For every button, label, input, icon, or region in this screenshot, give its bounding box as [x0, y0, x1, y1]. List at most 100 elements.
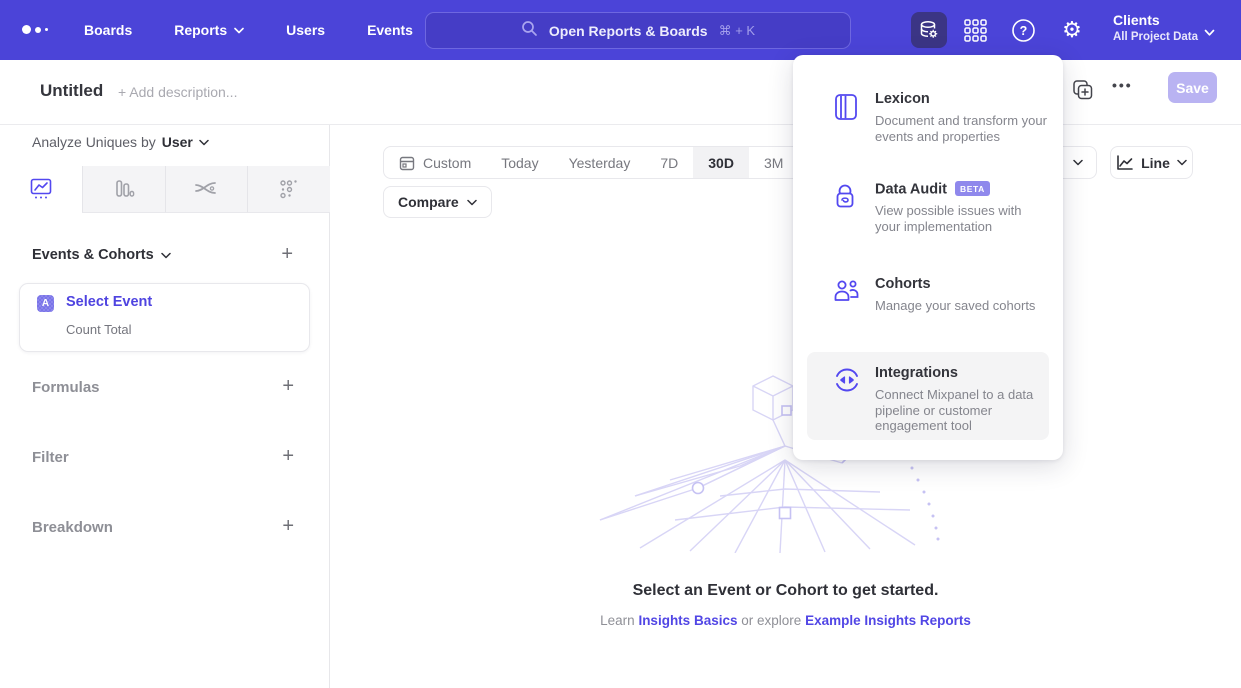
search-icon: [521, 20, 538, 42]
select-event-button[interactable]: Select Event: [66, 294, 152, 310]
date-range-30d[interactable]: 30D: [693, 147, 749, 178]
svg-text:?: ?: [1020, 24, 1028, 38]
events-cohorts-header[interactable]: Events & Cohorts: [32, 247, 171, 263]
date-range-label: 7D: [660, 155, 678, 171]
help-icon: ?: [1011, 18, 1036, 43]
grid-icon: [964, 19, 987, 42]
line-chart-tab-icon: [30, 178, 52, 200]
breakdown-label: Breakdown: [32, 519, 113, 536]
chart-style-dropdown[interactable]: Line: [1110, 146, 1193, 179]
nav-item-users[interactable]: Users: [286, 22, 325, 38]
save-button[interactable]: Save: [1168, 72, 1217, 103]
chevron-down-icon: [234, 27, 244, 34]
menu-item-description: Manage your saved cohorts: [875, 298, 1047, 314]
more-options-button[interactable]: •••: [1112, 77, 1133, 93]
chevron-down-icon[interactable]: [1204, 24, 1215, 42]
menu-item-lexicon[interactable]: Lexicon Document and transform your even…: [793, 91, 1063, 171]
duplicate-button[interactable]: [1072, 79, 1094, 106]
date-range-label: 3M: [764, 155, 783, 171]
formulas-section: Formulas +: [0, 377, 330, 401]
data-management-menu: Lexicon Document and transform your even…: [793, 55, 1063, 460]
tab-flow-chart[interactable]: [165, 166, 248, 213]
example-reports-link[interactable]: Example Insights Reports: [805, 613, 971, 628]
nav-item-label: Reports: [174, 22, 227, 38]
empty-state-subtitle: Learn Insights Basics or explore Example…: [330, 613, 1241, 628]
data-management-button[interactable]: [911, 12, 947, 48]
subtitle-text: or explore: [741, 613, 801, 628]
bar-chart-tab-icon: [113, 178, 135, 200]
search-shortcut-hint: ⌘ + K: [719, 23, 756, 39]
tab-scatter-chart[interactable]: [247, 166, 330, 213]
lexicon-icon: [833, 93, 859, 126]
menu-item-title: Data Audit BETA: [875, 181, 990, 198]
menu-item-description: View possible issues with your implement…: [875, 203, 1047, 234]
date-range-today[interactable]: Today: [486, 147, 553, 178]
menu-item-description: Connect Mixpanel to a data pipeline or c…: [875, 387, 1043, 434]
duplicate-icon: [1072, 79, 1094, 101]
scatter-tab-icon: [278, 178, 300, 200]
date-range-3m[interactable]: 3M: [749, 147, 798, 178]
calendar-icon: [399, 155, 415, 171]
menu-item-title: Integrations: [875, 365, 958, 381]
date-range-label: Today: [501, 155, 538, 171]
menu-item-title-text: Data Audit: [875, 182, 947, 198]
nav-item-label: Users: [286, 22, 325, 38]
insights-basics-link[interactable]: Insights Basics: [638, 613, 737, 628]
chevron-down-icon: [199, 139, 209, 146]
query-sidebar: Analyze Uniques by User: [0, 125, 330, 688]
analyze-value-dropdown[interactable]: User: [162, 134, 209, 150]
logo-dot: [35, 27, 41, 33]
empty-state-title: Select an Event or Cohort to get started…: [330, 582, 1241, 600]
filter-label: Filter: [32, 449, 69, 466]
add-breakdown-button[interactable]: +: [282, 517, 294, 535]
filter-section: Filter +: [0, 447, 330, 471]
compare-label: Compare: [398, 194, 459, 210]
mixpanel-logo[interactable]: [22, 25, 48, 34]
data-audit-icon: [833, 183, 859, 216]
search-placeholder: Open Reports & Boards: [549, 23, 708, 39]
analyze-label: Analyze Uniques by: [32, 134, 156, 150]
tab-bar-chart[interactable]: [82, 166, 165, 213]
add-formula-button[interactable]: +: [282, 377, 294, 395]
chevron-down-icon: [161, 252, 171, 259]
add-event-button[interactable]: +: [281, 245, 293, 263]
date-range-control: Custom Today Yesterday 7D 30D 3M 6M: [383, 146, 849, 179]
settings-button[interactable]: ⚙: [1058, 15, 1086, 45]
events-cohorts-label: Events & Cohorts: [32, 247, 154, 263]
line-chart-icon: [1116, 155, 1134, 171]
compare-dropdown[interactable]: Compare: [383, 186, 492, 218]
add-filter-button[interactable]: +: [282, 447, 294, 465]
nav-item-label: Events: [367, 22, 413, 38]
event-aggregation[interactable]: Count Total: [66, 322, 132, 337]
project-selector[interactable]: Clients All Project Data: [1113, 11, 1198, 45]
global-search-input[interactable]: Open Reports & Boards ⌘ + K: [425, 12, 851, 49]
beta-badge: BETA: [955, 181, 990, 196]
date-range-label: 30D: [708, 155, 734, 171]
menu-item-integrations[interactable]: Integrations Connect Mixpanel to a data …: [807, 352, 1049, 440]
menu-item-cohorts[interactable]: Cohorts Manage your saved cohorts: [793, 276, 1063, 340]
nav-item-reports[interactable]: Reports: [174, 22, 244, 38]
subtitle-text: Learn: [600, 613, 635, 628]
report-description-field[interactable]: + Add description...: [118, 84, 237, 100]
date-range-yesterday[interactable]: Yesterday: [554, 147, 646, 178]
top-nav: Boards Reports Users Events Open Reports…: [0, 0, 1241, 60]
analyze-value: User: [162, 134, 193, 150]
app-window: Boards Reports Users Events Open Reports…: [0, 0, 1241, 688]
logo-dot: [45, 28, 48, 31]
project-scope: All Project Data: [1113, 30, 1198, 45]
nav-item-boards[interactable]: Boards: [84, 22, 132, 38]
event-card[interactable]: A Select Event Count Total: [19, 283, 310, 352]
report-title[interactable]: Untitled: [40, 81, 103, 101]
chevron-down-icon: [467, 199, 477, 206]
tab-line-chart[interactable]: [0, 166, 82, 213]
analyze-uniques-control: Analyze Uniques by User: [32, 134, 209, 150]
menu-item-data-audit[interactable]: Data Audit BETA View possible issues with…: [793, 181, 1063, 261]
date-range-custom[interactable]: Custom: [384, 147, 486, 178]
apps-grid-button[interactable]: [962, 17, 989, 44]
chart-style-label: Line: [1141, 155, 1170, 171]
nav-item-events[interactable]: Events: [367, 22, 413, 38]
help-button[interactable]: ?: [1010, 17, 1037, 44]
menu-item-description: Document and transform your events and p…: [875, 113, 1047, 144]
project-name: Clients: [1113, 11, 1198, 30]
date-range-7d[interactable]: 7D: [645, 147, 693, 178]
